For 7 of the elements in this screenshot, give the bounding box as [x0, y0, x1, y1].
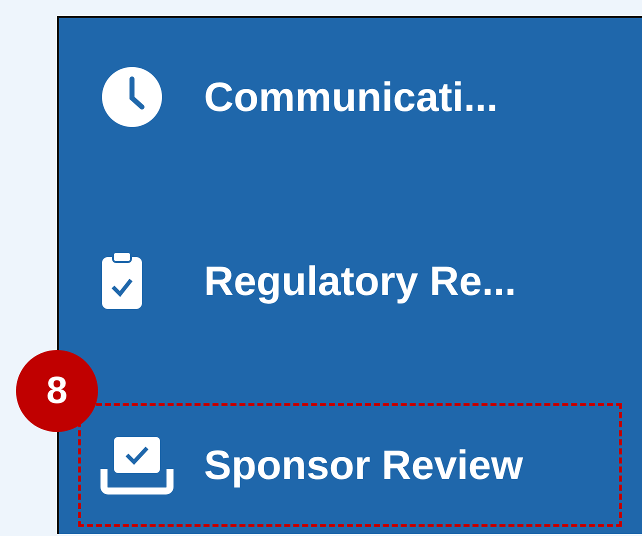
sidebar-item[interactable]: Sponsor Review [100, 403, 618, 527]
sidebar-item[interactable]: Communicati... [100, 35, 618, 159]
clipboard-check-icon [100, 251, 144, 311]
clock-icon [100, 65, 164, 129]
sidebar-item[interactable]: Regulatory Re... [100, 219, 618, 343]
step-badge: 8 [16, 350, 98, 432]
tray-check-icon [100, 435, 174, 495]
